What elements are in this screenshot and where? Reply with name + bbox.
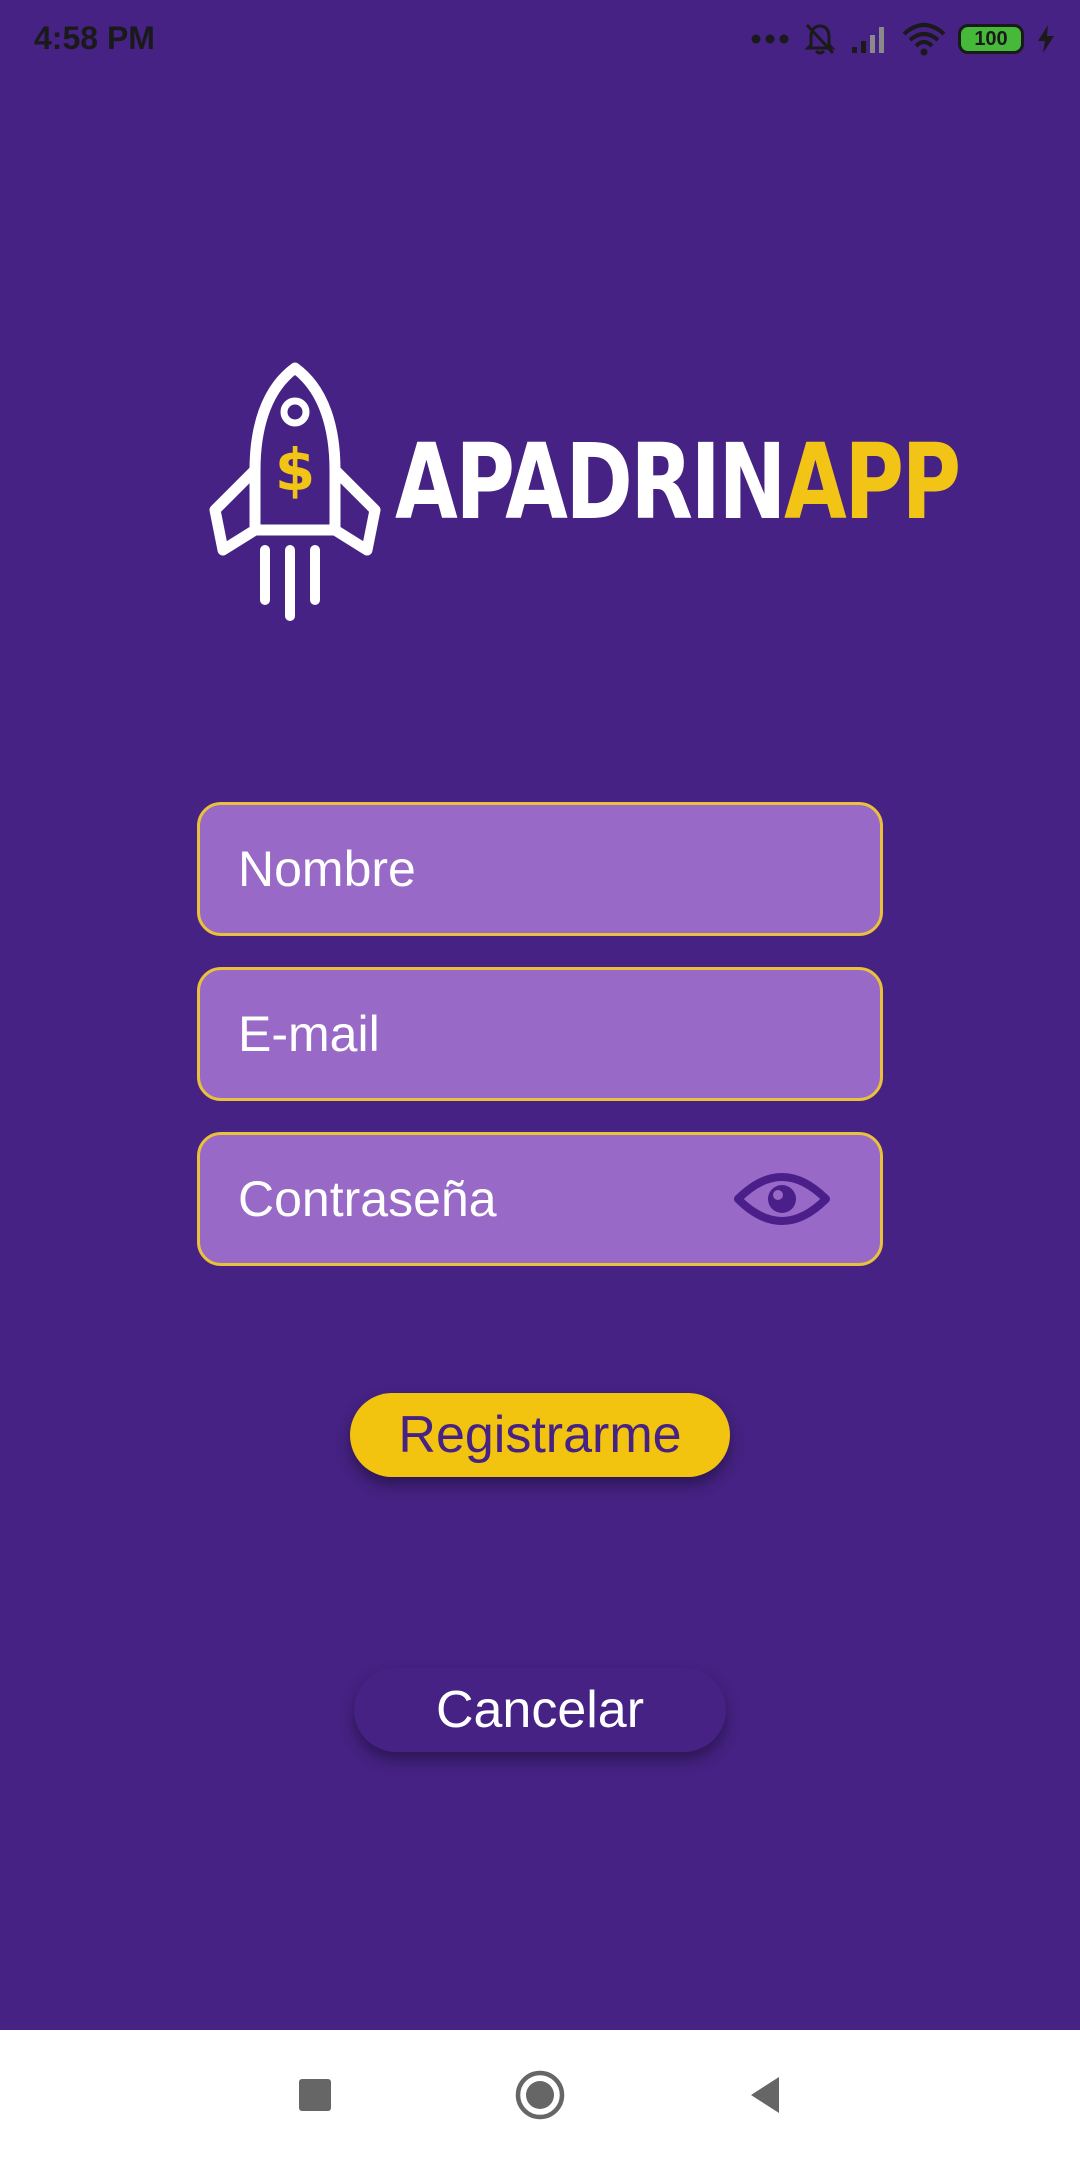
battery-icon: 100 — [958, 24, 1024, 54]
signal-icon — [852, 27, 884, 53]
status-bar: 4:58 PM 100 — [0, 0, 1080, 78]
email-field — [197, 967, 883, 1101]
name-input[interactable] — [238, 805, 798, 933]
status-icons: 100 — [750, 18, 1056, 60]
charging-icon — [1038, 25, 1054, 53]
register-screen: 4:58 PM 100 $ APADRINAPP Nombre E-mail R… — [0, 0, 1080, 2030]
password-input[interactable] — [238, 1135, 798, 1263]
email-input[interactable] — [238, 970, 798, 1098]
more-dots-icon — [751, 34, 789, 44]
back-icon[interactable] — [735, 2065, 795, 2125]
svg-text:$: $ — [275, 436, 315, 504]
recent-apps-icon[interactable] — [285, 2065, 345, 2125]
rocket-dollar-icon: $ — [209, 362, 381, 621]
home-icon[interactable] — [510, 2065, 570, 2125]
battery-level: 100 — [974, 28, 1008, 50]
status-time: 4:58 PM — [34, 20, 155, 56]
app-name-part-1: APADRIN — [395, 421, 786, 543]
cancel-button[interactable]: Cancelar — [354, 1668, 726, 1752]
app-name: APADRINAPP — [395, 430, 961, 534]
bell-off-icon — [804, 23, 836, 55]
app-logo: $ APADRINAPP — [205, 360, 961, 640]
name-field — [197, 802, 883, 936]
navigation-bar — [0, 2030, 1080, 2160]
register-button[interactable]: Registrarme — [350, 1393, 730, 1477]
app-name-part-2: APP — [784, 421, 961, 543]
password-field — [197, 1132, 883, 1266]
wifi-icon — [902, 23, 946, 56]
eye-icon[interactable] — [734, 1169, 830, 1229]
